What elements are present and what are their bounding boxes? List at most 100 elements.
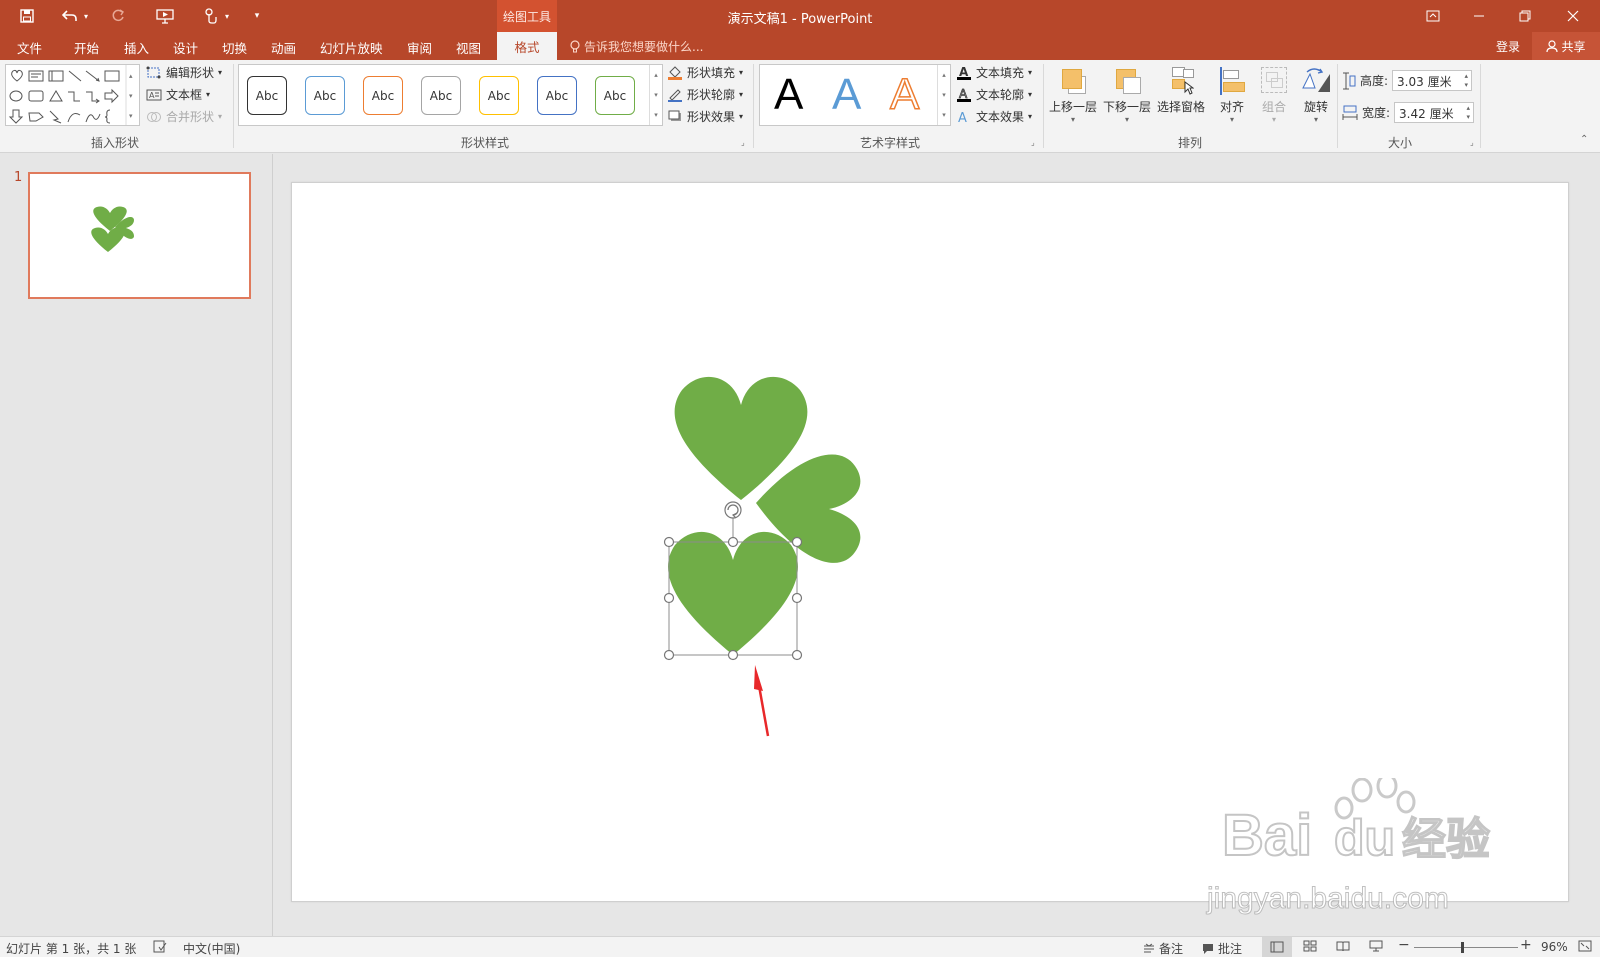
text-box-button[interactable]: A 文本框 ▾ — [146, 86, 210, 103]
svg-text:▾: ▾ — [129, 92, 133, 100]
height-input[interactable]: 3.03 厘米 ▴ ▾ — [1392, 70, 1473, 91]
slide-sorter-icon[interactable] — [1303, 940, 1317, 952]
baidu-watermark: Bai du 经验 jingyan.baidu.com — [1207, 773, 1512, 916]
edit-shape-button[interactable]: 编辑形状 ▾ — [146, 64, 222, 81]
close-icon[interactable] — [1550, 0, 1596, 32]
zoom-out-icon[interactable]: − — [1398, 937, 1410, 953]
height-value: 3.03 厘米 — [1397, 75, 1452, 89]
rotation-handle-icon[interactable] — [724, 501, 742, 519]
collapse-ribbon-icon[interactable]: ⌃ — [1580, 134, 1588, 145]
send-backward-icon — [1109, 64, 1145, 98]
selection-pane-button[interactable]: 选择窗格 — [1157, 64, 1205, 115]
group-button[interactable]: 组合 ▾ — [1256, 64, 1292, 124]
wordart-preset-blue[interactable]: A — [832, 70, 861, 120]
height-icon — [1343, 72, 1356, 89]
edit-shape-icon — [146, 66, 161, 78]
minimize-icon[interactable] — [1456, 0, 1502, 32]
width-row: 宽度: 3.42 厘米 ▴ ▾ — [1342, 102, 1475, 123]
shape-style-preset-5[interactable]: Abc — [479, 76, 519, 115]
width-spinner-icon[interactable]: ▴ ▾ — [1467, 104, 1471, 122]
tab-design[interactable]: 设计 — [173, 38, 198, 57]
shape-styles-scroll[interactable]: ▴ ▾ ▾ — [649, 65, 662, 125]
tab-review[interactable]: 审阅 — [407, 38, 432, 57]
tab-view[interactable]: 视图 — [456, 38, 481, 57]
rotate-button[interactable]: 旋转 ▾ — [1298, 64, 1334, 124]
shape-style-preset-1[interactable]: Abc — [247, 76, 287, 115]
shape-style-preset-7[interactable]: Abc — [595, 76, 635, 115]
shape-styles-launcher-icon[interactable]: ⌟ — [741, 138, 745, 147]
wordart-launcher-icon[interactable]: ⌟ — [1031, 138, 1035, 147]
text-outline-button[interactable]: A 文本轮廓 ▾ — [956, 86, 1032, 103]
slideshow-view-icon[interactable] — [1369, 940, 1383, 952]
zoom-slider[interactable] — [1414, 947, 1518, 948]
align-button[interactable]: 对齐 ▾ — [1214, 64, 1250, 124]
shape-outline-button[interactable]: 形状轮廓 ▾ — [667, 86, 743, 103]
shape-style-preset-3[interactable]: Abc — [363, 76, 403, 115]
wordart-preset-black[interactable]: A — [774, 70, 803, 120]
tell-me-box[interactable]: 告诉我您想要做什么... — [570, 38, 703, 55]
wordart-gallery[interactable]: A A A ▴ ▾ ▾ — [759, 64, 951, 126]
ribbon-display-options-icon[interactable] — [1410, 0, 1456, 32]
present-from-start-icon[interactable] — [155, 6, 175, 26]
tab-file[interactable]: 文件 — [17, 38, 42, 57]
group-objects-icon — [1256, 64, 1292, 98]
width-input[interactable]: 3.42 厘米 ▴ ▾ — [1394, 102, 1475, 123]
arrange-group-label: 排列 — [1177, 136, 1202, 150]
shape-style-preset-6[interactable]: Abc — [537, 76, 577, 115]
zoom-level[interactable]: 96% — [1541, 940, 1568, 954]
share-button[interactable]: 共享 — [1532, 32, 1600, 60]
undo-dropdown-icon[interactable]: ▾ — [80, 6, 92, 26]
slide-thumbnail[interactable] — [28, 172, 251, 299]
shape-style-preset-2[interactable]: Abc — [305, 76, 345, 115]
width-label: 宽度: — [1362, 106, 1391, 120]
bring-forward-label: 上移一层 — [1049, 100, 1098, 114]
wordart-scroll[interactable]: ▴ ▾ ▾ — [937, 65, 950, 125]
touch-mode-icon[interactable] — [200, 6, 220, 26]
merge-shapes-button[interactable]: 合并形状 ▾ — [146, 108, 222, 125]
redo-icon[interactable] — [108, 6, 128, 26]
fit-slide-icon[interactable] — [1578, 940, 1592, 952]
zoom-in-icon[interactable]: + — [1520, 937, 1532, 953]
notes-button[interactable]: 备注 — [1143, 940, 1183, 957]
slide-number: 1 — [14, 170, 23, 185]
spellcheck-icon[interactable] — [153, 940, 167, 953]
text-effects-button[interactable]: A 文本效果 ▾ — [956, 108, 1032, 125]
shape-style-preset-4[interactable]: Abc — [421, 76, 461, 115]
group-separator — [1043, 64, 1044, 148]
tab-format[interactable]: 格式 — [497, 32, 557, 60]
tab-animations[interactable]: 动画 — [271, 38, 296, 57]
comments-button[interactable]: 批注 — [1202, 940, 1242, 957]
customize-toolbar-icon[interactable]: ▾ — [250, 6, 264, 26]
height-spinner-icon[interactable]: ▴ ▾ — [1465, 72, 1469, 90]
svg-text:A: A — [149, 91, 155, 100]
tab-transitions[interactable]: 切换 — [222, 38, 247, 57]
tab-slideshow[interactable]: 幻灯片放映 — [320, 38, 383, 57]
tab-home[interactable]: 开始 — [74, 38, 99, 57]
shape-styles-gallery[interactable]: Abc Abc Abc Abc Abc Abc Abc ▴ ▾ ▾ — [238, 64, 663, 126]
text-box-label: 文本框 — [166, 88, 203, 102]
shape-fill-button[interactable]: 形状填充 ▾ — [667, 64, 743, 81]
notes-label: 备注 — [1159, 942, 1184, 956]
zoom-slider-thumb[interactable] — [1461, 942, 1464, 953]
shapes-gallery[interactable]: ▴ ▾ ▾ — [5, 64, 140, 126]
save-icon[interactable] — [17, 6, 37, 26]
restore-icon[interactable] — [1502, 0, 1548, 32]
text-fill-icon: A — [957, 65, 971, 80]
tab-insert[interactable]: 插入 — [124, 38, 149, 57]
size-launcher-icon[interactable]: ⌟ — [1470, 138, 1474, 147]
wordart-preset-orange[interactable]: A — [889, 69, 920, 120]
bring-forward-button[interactable]: 上移一层 ▾ — [1049, 64, 1097, 124]
normal-view-icon[interactable] — [1262, 937, 1292, 957]
width-value: 3.42 厘米 — [1399, 107, 1454, 121]
text-fill-button[interactable]: A 文本填充 ▾ — [956, 64, 1032, 81]
lightbulb-icon — [570, 39, 580, 52]
heart-shape-bottom-selected[interactable] — [668, 531, 798, 655]
pen-icon — [668, 89, 682, 102]
reading-view-icon[interactable] — [1336, 940, 1350, 952]
shape-effects-button[interactable]: 形状效果 ▾ — [667, 108, 743, 125]
language-status[interactable]: 中文(中国) — [183, 940, 240, 957]
undo-icon[interactable] — [60, 6, 80, 26]
send-backward-button[interactable]: 下移一层 ▾ — [1103, 64, 1151, 124]
sign-in-link[interactable]: 登录 — [1496, 38, 1520, 55]
touch-dropdown-icon[interactable]: ▾ — [221, 6, 233, 26]
